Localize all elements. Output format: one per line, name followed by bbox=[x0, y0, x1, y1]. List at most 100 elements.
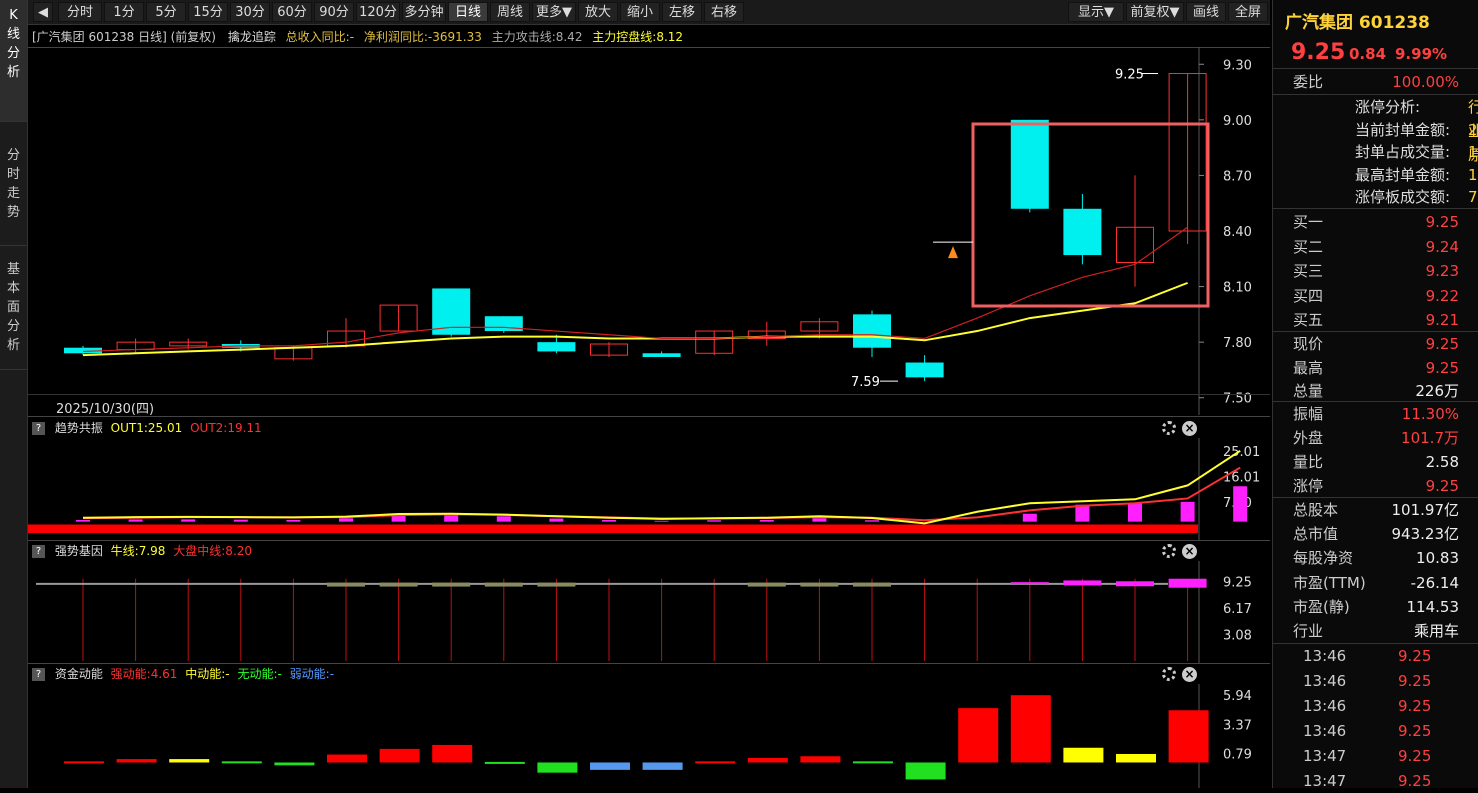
period-button[interactable]: 日线 bbox=[448, 2, 488, 22]
trend-resonance-chart[interactable]: 25.0116.017.00 bbox=[28, 438, 1270, 540]
tick-row-label: 13:47 bbox=[1303, 747, 1347, 765]
settings-gear-icon[interactable] bbox=[1162, 421, 1176, 435]
close-icon[interactable]: × bbox=[1182, 421, 1197, 436]
price-change: 0.84 bbox=[1349, 45, 1387, 63]
gene-block bbox=[853, 582, 891, 587]
fundamental-row: 行业 乘用车 bbox=[1273, 619, 1478, 643]
period-button[interactable]: 90分 bbox=[314, 2, 354, 22]
tab-kline-analysis[interactable]: K线分析 bbox=[0, 0, 27, 122]
period-button[interactable]: 周线 bbox=[490, 2, 530, 22]
period-button[interactable]: 更多▼ bbox=[532, 2, 576, 22]
settings-gear-icon[interactable] bbox=[1162, 667, 1176, 681]
momentum-bar bbox=[958, 708, 999, 763]
bid-row: 买五 9.21 bbox=[1273, 308, 1478, 332]
divider bbox=[28, 394, 1270, 395]
period-button[interactable]: 多分钟 bbox=[402, 2, 446, 22]
gene-block bbox=[537, 582, 576, 587]
help-icon[interactable]: ? bbox=[32, 422, 45, 435]
date-label: 2025/10/30(四) bbox=[56, 402, 155, 417]
axis-tick-label: 3.08 bbox=[1223, 629, 1252, 644]
bar bbox=[759, 519, 774, 522]
bar bbox=[1128, 503, 1142, 522]
limit-analysis-row: 涨停板成交额: 7. bbox=[1273, 185, 1478, 209]
price-stat-row-label: 总量 bbox=[1293, 382, 1324, 400]
candle-body bbox=[1063, 208, 1102, 256]
period-button[interactable]: 15分 bbox=[188, 2, 228, 22]
period-button[interactable]: 120分 bbox=[356, 2, 400, 22]
divider bbox=[1273, 208, 1478, 209]
fundamental-row-value: 101.97亿 bbox=[1391, 501, 1460, 519]
fundamental-row-label: 总市值 bbox=[1293, 525, 1339, 544]
price-stat-row-label: 现价 bbox=[1293, 335, 1324, 353]
momentum-bar bbox=[116, 759, 157, 763]
fundamental-row: 市盈(TTM) -26.14 bbox=[1273, 571, 1478, 595]
tick-row: 13:46 9.25 bbox=[1273, 644, 1478, 668]
toolbar-option-button[interactable]: 显示▼ bbox=[1068, 2, 1124, 22]
candlestick-chart[interactable]: 9.309.008.708.408.107.807.509.257.59 bbox=[28, 47, 1270, 415]
limit-analysis-row-label: 最高封单金额: bbox=[1355, 165, 1451, 184]
gene-block-strong bbox=[1116, 581, 1154, 587]
panel2-header: ? 趋势共振 OUT1:25.01 OUT2:19.11 bbox=[28, 418, 262, 438]
toolbar-option-button[interactable]: 全屏 bbox=[1228, 2, 1268, 22]
period-button[interactable]: 30分 bbox=[230, 2, 270, 22]
panel3-center-line: 大盘中线:8.20 bbox=[173, 544, 253, 558]
gene-block-strong bbox=[1063, 580, 1102, 586]
toolbar-option-button[interactable]: 前复权▼ bbox=[1126, 2, 1184, 22]
bid-row-label: 买一 bbox=[1293, 213, 1324, 231]
tick-row-label: 13:46 bbox=[1303, 722, 1347, 740]
panel4-mid: 中动能:- bbox=[185, 667, 230, 681]
period-button[interactable]: 5分 bbox=[146, 2, 186, 22]
volume-stat-row-value: 2.58 bbox=[1425, 453, 1459, 471]
bar bbox=[496, 516, 511, 522]
volume-stat-row-value: 11.30% bbox=[1401, 405, 1459, 423]
period-button[interactable]: 缩小 bbox=[620, 2, 660, 22]
bid-row-value: 9.25 bbox=[1425, 213, 1459, 231]
help-icon[interactable]: ? bbox=[32, 668, 45, 681]
volume-stat-row-label: 外盘 bbox=[1293, 429, 1324, 447]
fundamental-row-label: 每股净资 bbox=[1293, 549, 1354, 568]
period-button[interactable]: 左移 bbox=[662, 2, 702, 22]
bar bbox=[1022, 513, 1037, 522]
settings-gear-icon[interactable] bbox=[1162, 544, 1176, 558]
momentum-bar bbox=[747, 757, 788, 763]
momentum-bar bbox=[642, 762, 683, 770]
strong-gene-chart[interactable]: 9.25 6.17 3.08 bbox=[28, 561, 1270, 663]
close-icon[interactable]: × bbox=[1182, 544, 1197, 559]
period-button[interactable]: 放大 bbox=[578, 2, 618, 22]
panel3-bull-line: 牛线:7.98 bbox=[110, 544, 166, 558]
price-stat-row: 最高 9.25 bbox=[1273, 356, 1478, 380]
bar bbox=[654, 520, 669, 522]
fundamental-row: 市盈(静) 114.53 bbox=[1273, 595, 1478, 619]
tick-row-label: 13:46 bbox=[1303, 697, 1347, 715]
help-icon[interactable]: ? bbox=[32, 545, 45, 558]
chart-area[interactable]: [广汽集团 601238 日线] (前复权) 擒龙追踪 总收入同比:- 净利润同… bbox=[28, 25, 1270, 788]
tick-row: 13:46 9.25 bbox=[1273, 669, 1478, 693]
toolbar-option-button[interactable]: 画线 bbox=[1186, 2, 1226, 22]
attack-line bbox=[82, 226, 1188, 353]
axis-tick-label: 9.00 bbox=[1223, 114, 1252, 129]
axis-tick-label: 9.25 bbox=[1223, 576, 1252, 591]
collapse-icon[interactable]: ◀ bbox=[33, 2, 53, 22]
period-button[interactable]: 60分 bbox=[272, 2, 312, 22]
limit-analysis-row-label: 封单占成交量: bbox=[1355, 143, 1451, 161]
period-button[interactable]: 分时 bbox=[58, 2, 102, 22]
period-button[interactable]: 1分 bbox=[104, 2, 144, 22]
high-price-label: 9.25 bbox=[1115, 68, 1144, 83]
tab-intraday[interactable]: 分时走势 bbox=[0, 122, 27, 246]
tick-row: 13:46 9.25 bbox=[1273, 694, 1478, 718]
period-button[interactable]: 右移 bbox=[704, 2, 744, 22]
limit-analysis-row: 当前封单金额: 2. bbox=[1273, 118, 1478, 142]
bid-row-label: 买五 bbox=[1293, 311, 1324, 329]
candle-body bbox=[537, 342, 576, 352]
fundamental-row-label: 市盈(TTM) bbox=[1293, 573, 1366, 592]
tick-row: 13:46 9.25 bbox=[1273, 719, 1478, 743]
fund-momentum-chart[interactable]: 5.94 3.37 0.79 bbox=[28, 684, 1270, 788]
panel4-weak: 弱动能:- bbox=[289, 667, 335, 681]
control-line-label: 主力控盘线:8.12 bbox=[592, 30, 684, 44]
volume-stat-row-label: 涨停 bbox=[1293, 477, 1324, 495]
close-icon[interactable]: × bbox=[1182, 667, 1197, 682]
limit-analysis-row-value: 2. bbox=[1468, 120, 1478, 139]
momentum-bar bbox=[1010, 695, 1051, 763]
bid-row-label: 买二 bbox=[1293, 237, 1324, 256]
tab-fundamental[interactable]: 基本面分析 bbox=[0, 246, 27, 370]
